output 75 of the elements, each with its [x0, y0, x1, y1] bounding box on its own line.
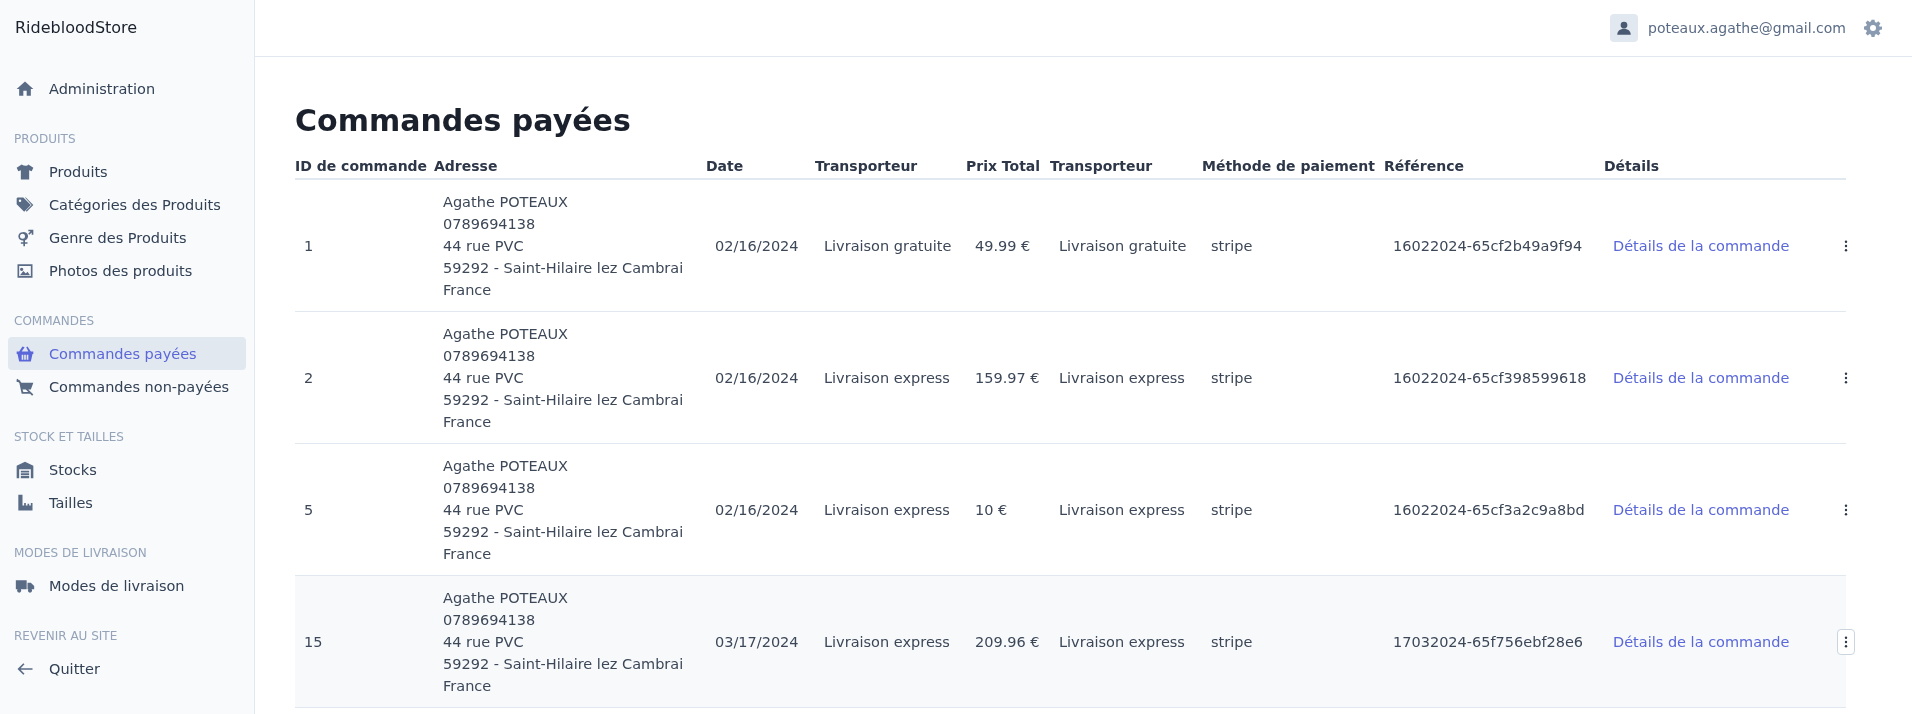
- user-email[interactable]: poteaux.agathe@gmail.com: [1648, 20, 1846, 36]
- sidebar-item[interactable]: Commandes payées: [8, 337, 246, 370]
- vertical-dots-icon: [1844, 371, 1848, 384]
- crossed-cart-icon: [15, 376, 35, 397]
- table-cell-text: 15: [303, 633, 324, 650]
- table-cell-text: Livraison express: [1058, 501, 1186, 518]
- table-cell-text: 16022024-65cf2b49a9f94: [1392, 237, 1584, 254]
- sidebar-item[interactable]: Administration: [8, 72, 246, 105]
- section-heading: COMMANDES: [13, 312, 96, 330]
- more-options-button[interactable]: [1837, 628, 1855, 655]
- table-cell-text: stripe: [1210, 501, 1254, 518]
- section-heading: MODES DE LIVRAISON: [13, 544, 148, 562]
- table-cell-text: 2: [303, 369, 315, 386]
- table-cell-text: 03/17/2024: [714, 633, 800, 650]
- column-header: Transporteur: [815, 158, 919, 176]
- address-cell-text: Agathe POTEAUX 0789694138 44 rue PVC 59292 - Saint-Hilaire lez Cambrai France: [442, 192, 685, 300]
- sidebar-item[interactable]: Genre des Produits: [8, 221, 246, 254]
- column-header: Référence: [1384, 158, 1466, 176]
- section-heading: PRODUITS: [13, 130, 77, 148]
- address-cell-text: Agathe POTEAUX 0789694138 44 rue PVC 59292 - Saint-Hilaire lez Cambrai France: [442, 456, 685, 564]
- section-heading: REVENIR AU SITE: [13, 627, 119, 645]
- table-cell-text: Livraison gratuite: [823, 237, 953, 254]
- sidebar-item[interactable]: Tailles: [8, 486, 246, 519]
- table-cell-text: 02/16/2024: [714, 501, 800, 518]
- column-header: Date: [706, 158, 745, 176]
- table-cell-text: stripe: [1210, 369, 1254, 386]
- table-cell-text: Livraison express: [1058, 369, 1186, 386]
- table-cell-text: 10 €: [974, 501, 1009, 518]
- column-header: Prix Total: [966, 158, 1042, 176]
- table-cell-text: 02/16/2024: [714, 237, 800, 254]
- gender-symbol-icon: [15, 227, 35, 248]
- brand-name: RidebloodStore: [14, 17, 139, 39]
- details-link[interactable]: Détails de la commande: [1613, 369, 1790, 386]
- table-cell-text: Livraison express: [823, 501, 951, 518]
- sidebar-item[interactable]: Produits: [8, 155, 246, 188]
- table-cell-text: 209.96 €: [974, 633, 1041, 650]
- vertical-dots-icon: [1844, 239, 1848, 252]
- table-cell-text: Livraison gratuite: [1058, 237, 1188, 254]
- details-link[interactable]: Détails de la commande: [1613, 237, 1790, 254]
- details-link[interactable]: Détails de la commande: [1613, 501, 1790, 518]
- table-cell-text: 02/16/2024: [714, 369, 800, 386]
- section-heading: STOCK ET TAILLES: [13, 428, 125, 446]
- column-header: Transporteur: [1050, 158, 1154, 176]
- table-cell-text: Livraison express: [1058, 633, 1186, 650]
- table-cell-text: 16022024-65cf398599618: [1392, 369, 1588, 386]
- address-cell-text: Agathe POTEAUX 0789694138 44 rue PVC 59292 - Saint-Hilaire lez Cambrai France: [442, 324, 685, 432]
- address-cell-text: Agathe POTEAUX 0789694138 44 rue PVC 59292 - Saint-Hilaire lez Cambrai France: [442, 588, 685, 696]
- sidebar-item[interactable]: Catégories des Produits: [8, 188, 246, 221]
- sidebar-item[interactable]: Quitter: [8, 652, 246, 685]
- table-cell-text: 16022024-65cf3a2c9a8bd: [1392, 501, 1586, 518]
- warehouse-icon: [15, 459, 35, 480]
- ruler-icon: [15, 492, 35, 513]
- table-cell-text: Livraison express: [823, 369, 951, 386]
- table-cell-text: Livraison express: [823, 633, 951, 650]
- page-title: Commandes payées: [295, 103, 632, 138]
- settings-icon[interactable]: [1864, 19, 1882, 37]
- column-header: Adresse: [434, 158, 499, 176]
- column-header: ID de commande: [295, 158, 429, 176]
- vertical-dots-icon: [1844, 635, 1848, 648]
- sidebar-item[interactable]: Modes de livraison: [8, 569, 246, 602]
- column-header: Méthode de paiement: [1202, 158, 1376, 176]
- table-cell-text: 17032024-65f756ebf28e6: [1392, 633, 1585, 650]
- table-cell-text: 159.97 €: [974, 369, 1041, 386]
- column-header: Détails: [1604, 158, 1661, 176]
- sidebar-item[interactable]: Photos des produits: [8, 254, 246, 287]
- table-cell-text: 49.99 €: [974, 237, 1032, 254]
- avatar-icon[interactable]: [1610, 14, 1638, 42]
- vertical-dots-icon: [1844, 503, 1848, 516]
- table-cell-text: stripe: [1210, 633, 1254, 650]
- table-cell-text: 1: [303, 237, 315, 254]
- table-cell-text: stripe: [1210, 237, 1254, 254]
- sidebar-item[interactable]: Stocks: [8, 453, 246, 486]
- details-link[interactable]: Détails de la commande: [1613, 633, 1790, 650]
- table-cell-text: 5: [303, 501, 315, 518]
- sidebar-item[interactable]: Commandes non-payées: [8, 370, 246, 403]
